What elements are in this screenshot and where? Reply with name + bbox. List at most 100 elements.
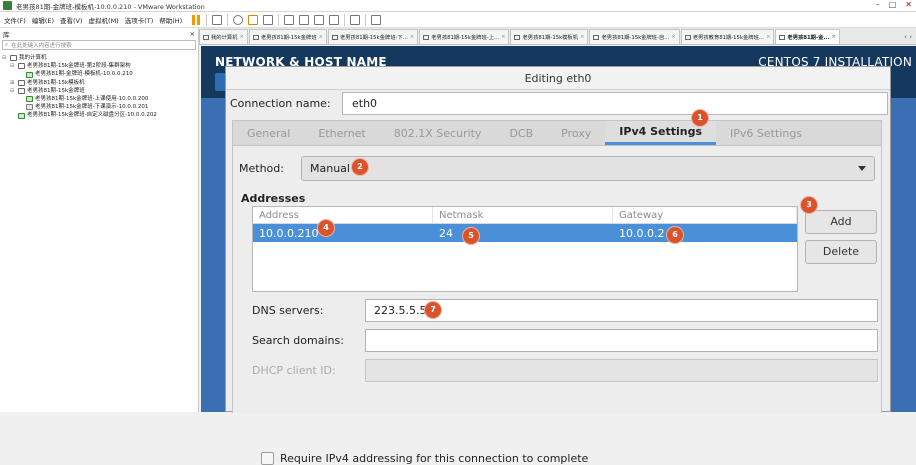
vm-tab[interactable]: 老男孩教育81期-15k金牌班... × <box>680 29 775 44</box>
vm-tab[interactable]: 老男孩81期-15k金牌班 × <box>248 29 327 44</box>
folder-icon <box>18 79 25 86</box>
stretch-guest-icon[interactable] <box>371 14 382 25</box>
close-tab-icon[interactable]: × <box>671 34 675 40</box>
maximize-icon[interactable]: □ <box>889 0 897 9</box>
toolbar <box>192 13 382 26</box>
tree-item[interactable]: 老男孩81期-15k金牌班-上课使用-10.0.0.200 <box>2 95 196 103</box>
tab-ethernet[interactable]: Ethernet <box>304 121 379 145</box>
revert-snapshot-icon[interactable] <box>248 14 259 25</box>
expand-toggle-icon[interactable]: ⊟ <box>10 87 16 95</box>
close-tab-icon[interactable]: × <box>766 34 770 40</box>
toolbar-separator <box>278 13 280 26</box>
tab-general[interactable]: General <box>233 121 304 145</box>
vm-tab[interactable]: 老男孩81期-金... × <box>775 29 840 44</box>
vm-tab[interactable]: 我的计算机 × <box>199 29 248 44</box>
minimize-icon[interactable]: – <box>876 0 880 9</box>
snapshot-manager-icon[interactable] <box>263 14 274 25</box>
require-ipv4-label[interactable]: Require IPv4 addressing for this connect… <box>280 452 588 465</box>
console-view-icon[interactable] <box>350 14 361 25</box>
expand-toggle-icon[interactable]: ⊟ <box>10 62 16 70</box>
vm-tab-icon <box>252 34 259 40</box>
vm-tab[interactable]: 老男孩81期-15k金牌班-下... × <box>327 29 419 44</box>
unity-icon[interactable] <box>329 14 340 25</box>
pause-icon[interactable] <box>192 14 201 25</box>
dns-servers-field[interactable]: 223.5.5.5 <box>365 298 878 322</box>
vm-tab[interactable]: 老男孩81期-15k金牌班-上... × <box>419 29 510 44</box>
column-netmask[interactable]: Netmask <box>433 207 613 223</box>
tree-item[interactable]: 老男孩81期-15k金牌班-下课演示-10.0.0.201 <box>2 103 196 111</box>
vm-tab-label: 老男孩81期-15k金牌班-上... <box>431 35 500 41</box>
close-icon[interactable]: ✕ <box>905 0 912 9</box>
tree-item[interactable]: ⊟ 老男孩81期-15k金牌班-第2阶段-集群架构 <box>2 62 196 70</box>
vm-tab[interactable]: 老男孩81期-15k金牌班-自... × <box>589 29 680 44</box>
require-ipv4-checkbox[interactable] <box>261 452 274 465</box>
menu-view[interactable]: 查看(V) <box>60 15 83 25</box>
address-cell[interactable]: 10.0.0.210 <box>253 224 433 242</box>
delete-address-button[interactable]: Delete <box>805 240 877 264</box>
tree-item[interactable]: ⊟ 老男孩81期-15k金牌班 <box>2 87 196 95</box>
method-value: Manual <box>310 161 350 175</box>
dns-servers-label: DNS servers: <box>252 303 324 317</box>
vm-tab-icon <box>779 34 786 40</box>
search-domains-label: Search domains: <box>252 333 344 347</box>
tab-proxy[interactable]: Proxy <box>547 121 605 145</box>
connection-name-field[interactable]: eth0 <box>342 92 888 115</box>
method-row: Method: Manual <box>239 155 875 181</box>
add-address-button[interactable]: Add <box>805 210 877 234</box>
gateway-cell[interactable]: 10.0.0.2 <box>613 224 797 242</box>
menu-file[interactable]: 文件(F) <box>4 15 26 25</box>
column-gateway[interactable]: Gateway <box>613 207 797 223</box>
vm-tab-icon <box>593 34 600 40</box>
snapshot-icon[interactable] <box>233 14 244 25</box>
library-tree: ⊟ 我的计算机 ⊟ 老男孩81期-15k金牌班-第2阶段-集群架构 老男孩81期-金牌班… <box>0 51 198 123</box>
close-tab-icon[interactable]: × <box>831 34 835 40</box>
menu-vm[interactable]: 虚拟机(M) <box>89 15 119 25</box>
search-domains-field[interactable] <box>365 328 878 352</box>
vm-tab[interactable]: 老男孩81期-15k模板机 × <box>510 29 589 44</box>
vm-tab-icon <box>331 34 338 40</box>
folder-icon <box>18 87 25 94</box>
close-tab-icon[interactable]: × <box>501 34 505 40</box>
settings-tabs: General Ethernet 802.1X Security DCB Proxy IP… <box>232 120 882 146</box>
expand-toggle-icon[interactable]: ⊞ <box>10 79 16 87</box>
annotation-badge-2: 2 <box>352 159 368 175</box>
search-domains-row: Search domains: <box>252 328 878 352</box>
tab-dcb[interactable]: DCB <box>495 121 547 145</box>
close-tab-icon[interactable]: × <box>240 34 244 40</box>
show-library-icon[interactable] <box>284 14 295 25</box>
virtual-machine-icon <box>26 71 33 78</box>
tree-item[interactable]: ⊞ 老男孩81期-15k模板机 <box>2 79 196 87</box>
table-row[interactable]: 10.0.0.210 24 10.0.0.2 <box>253 224 797 242</box>
tab-scroll-arrows-icon[interactable]: ‹ › <box>900 33 916 44</box>
close-library-icon[interactable]: × <box>190 30 195 38</box>
tree-item[interactable]: ⊟ 我的计算机 <box>2 54 196 62</box>
close-tab-icon[interactable]: × <box>319 34 323 40</box>
library-sidebar: 库 × ⌕ 在此处键入内容进行搜索 ⊟ 我的计算机 ⊟ 老男孩81期-15k金牌班-第… <box>0 28 199 412</box>
tab-802-1x-security[interactable]: 802.1X Security <box>380 121 496 145</box>
tree-item-label: 老男孩81期-15k金牌班-自定义磁盘分区-10.0.0.202 <box>27 112 157 119</box>
expand-toggle-icon[interactable]: ⊟ <box>2 54 8 62</box>
close-tab-icon[interactable]: × <box>580 34 584 40</box>
search-icon: ⌕ <box>5 41 9 48</box>
method-dropdown[interactable]: Manual <box>301 155 875 181</box>
annotation-badge-7: 7 <box>425 302 441 318</box>
vm-tab-strip: 我的计算机 × 老男孩81期-15k金牌班 × 老男孩81期-15k金牌班-下... × 老… <box>199 28 916 45</box>
library-search-input[interactable]: ⌕ 在此处键入内容进行搜索 <box>2 40 196 50</box>
menu-edit[interactable]: 编辑(E) <box>32 15 54 25</box>
netmask-cell[interactable]: 24 <box>433 224 613 242</box>
tree-item[interactable]: 老男孩81期-15k金牌班-自定义磁盘分区-10.0.0.202 <box>2 111 196 119</box>
tree-item[interactable]: 老男孩81期-金牌班-模板机-10.0.0.210 <box>2 70 196 78</box>
column-address[interactable]: Address <box>253 207 433 223</box>
send-keys-icon[interactable] <box>212 14 223 25</box>
menu-help[interactable]: 帮助(H) <box>159 15 182 25</box>
fullscreen-icon[interactable] <box>314 14 325 25</box>
tree-item-label: 老男孩81期-15k金牌班-上课使用-10.0.0.200 <box>35 96 149 103</box>
annotation-badge-4: 4 <box>318 220 334 236</box>
tab-ipv6-settings[interactable]: IPv6 Settings <box>716 121 816 145</box>
window-titlebar: 老男孩81期-金牌班-模板机-10.0.0.210 - VMware Works… <box>0 0 916 12</box>
computer-icon <box>10 55 17 62</box>
vm-tab-label: 老男孩81期-15k模板机 <box>522 35 579 41</box>
menu-tabs[interactable]: 选项卡(T) <box>125 15 154 25</box>
close-tab-icon[interactable]: × <box>410 34 414 40</box>
thumbnail-icon[interactable] <box>299 14 310 25</box>
